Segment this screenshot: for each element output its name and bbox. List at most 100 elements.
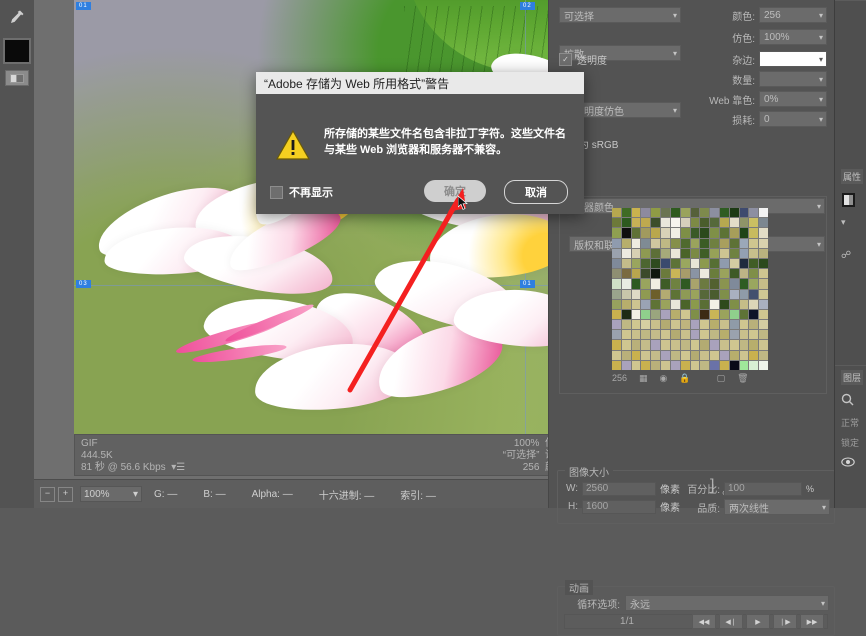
play-button[interactable]: ▶ (746, 614, 770, 629)
lossy-select[interactable]: 0 ▾ (759, 111, 827, 127)
color-swatch[interactable] (670, 340, 680, 350)
color-swatch[interactable] (690, 248, 700, 258)
color-swatch[interactable] (710, 340, 719, 350)
color-swatch[interactable] (739, 218, 749, 228)
color-swatch[interactable] (670, 289, 680, 299)
color-swatch[interactable] (700, 248, 710, 258)
color-swatch[interactable] (759, 228, 768, 238)
color-swatch[interactable] (661, 269, 670, 279)
color-swatch[interactable] (710, 248, 719, 258)
link-constrain-icon[interactable]: ☍ (841, 250, 866, 261)
color-swatch[interactable] (612, 340, 621, 350)
color-swatch[interactable] (631, 289, 641, 299)
color-swatch[interactable] (739, 350, 749, 360)
color-swatch[interactable] (612, 248, 621, 258)
color-swatch[interactable] (651, 248, 661, 258)
color-swatch[interactable] (690, 228, 700, 238)
color-swatch[interactable] (719, 340, 729, 350)
color-swatch[interactable] (749, 269, 759, 279)
color-swatch[interactable] (631, 309, 641, 320)
color-swatch[interactable] (670, 330, 680, 340)
color-swatch[interactable] (621, 330, 631, 340)
color-swatch[interactable] (621, 258, 631, 269)
color-swatch[interactable] (710, 330, 719, 340)
color-swatch[interactable] (700, 218, 710, 228)
color-swatch[interactable] (729, 228, 739, 238)
color-swatch[interactable] (729, 340, 739, 350)
color-swatch[interactable] (759, 330, 768, 340)
color-swatch[interactable] (670, 258, 680, 269)
color-swatch[interactable] (612, 228, 621, 238)
color-swatch[interactable] (749, 248, 759, 258)
color-swatch[interactable] (700, 279, 710, 289)
color-swatch[interactable] (710, 289, 719, 299)
matte-color-select[interactable]: ▾ (759, 51, 827, 67)
color-swatch[interactable] (661, 248, 670, 258)
color-swatch[interactable] (749, 299, 759, 309)
color-swatch[interactable] (651, 238, 661, 248)
cancel-button[interactable]: 取消 (504, 180, 568, 204)
color-swatch[interactable] (690, 208, 700, 218)
color-swatch[interactable] (729, 289, 739, 299)
color-swatch[interactable] (661, 238, 670, 248)
transfer-menu-icon[interactable]: ▾☰ (171, 462, 185, 473)
color-swatch[interactable] (651, 320, 661, 330)
color-swatch[interactable] (641, 269, 651, 279)
color-swatch[interactable] (680, 289, 690, 299)
color-swatch[interactable] (641, 238, 651, 248)
color-swatch[interactable] (710, 218, 719, 228)
search-icon[interactable] (841, 393, 866, 409)
color-swatch[interactable] (651, 330, 661, 340)
color-swatch[interactable] (641, 289, 651, 299)
amount-select[interactable]: ▾ (759, 71, 827, 87)
color-swatch[interactable] (621, 289, 631, 299)
color-swatch[interactable] (690, 289, 700, 299)
color-swatch[interactable] (651, 360, 661, 370)
color-swatch[interactable] (612, 218, 621, 228)
zoom-in-button[interactable]: + (58, 486, 73, 502)
color-swatch[interactable] (719, 309, 729, 320)
color-swatch[interactable] (719, 228, 729, 238)
color-swatch[interactable] (749, 208, 759, 218)
color-swatch[interactable] (631, 330, 641, 340)
color-swatch[interactable] (719, 269, 729, 279)
color-swatch[interactable] (661, 309, 670, 320)
color-swatch[interactable] (700, 258, 710, 269)
color-swatch[interactable] (641, 218, 651, 228)
color-swatch[interactable] (631, 340, 641, 350)
color-swatch[interactable] (739, 258, 749, 269)
zoom-out-button[interactable]: − (40, 486, 55, 502)
color-swatch[interactable] (661, 258, 670, 269)
dont-show-again-checkbox[interactable] (270, 185, 283, 199)
width-input[interactable]: 2560 (582, 481, 656, 496)
color-swatch[interactable] (739, 238, 749, 248)
color-swatch[interactable] (661, 330, 670, 340)
color-swatch[interactable] (739, 299, 749, 309)
color-swatch[interactable] (670, 228, 680, 238)
color-swatch[interactable] (651, 289, 661, 299)
color-swatch[interactable] (749, 350, 759, 360)
color-swatch[interactable] (710, 299, 719, 309)
color-swatch[interactable] (621, 248, 631, 258)
color-swatch[interactable] (690, 340, 700, 350)
color-swatch[interactable] (661, 289, 670, 299)
color-swatch[interactable] (729, 330, 739, 340)
color-swatch[interactable] (680, 350, 690, 360)
color-swatch[interactable] (621, 279, 631, 289)
color-swatch[interactable] (749, 330, 759, 340)
color-swatch[interactable] (661, 340, 670, 350)
color-swatch[interactable] (759, 238, 768, 248)
color-swatch[interactable] (719, 299, 729, 309)
color-swatch[interactable] (729, 299, 739, 309)
color-swatch[interactable] (739, 320, 749, 330)
color-swatch[interactable] (631, 248, 641, 258)
color-swatch[interactable] (612, 289, 621, 299)
color-swatch[interactable] (670, 320, 680, 330)
color-swatch[interactable] (729, 309, 739, 320)
color-swatch[interactable] (621, 238, 631, 248)
color-swatch[interactable] (661, 350, 670, 360)
color-swatch[interactable] (651, 208, 661, 218)
quality-select[interactable]: 两次线性 ▾ (724, 499, 830, 515)
color-swatch[interactable] (621, 360, 631, 370)
color-swatch[interactable] (739, 248, 749, 258)
